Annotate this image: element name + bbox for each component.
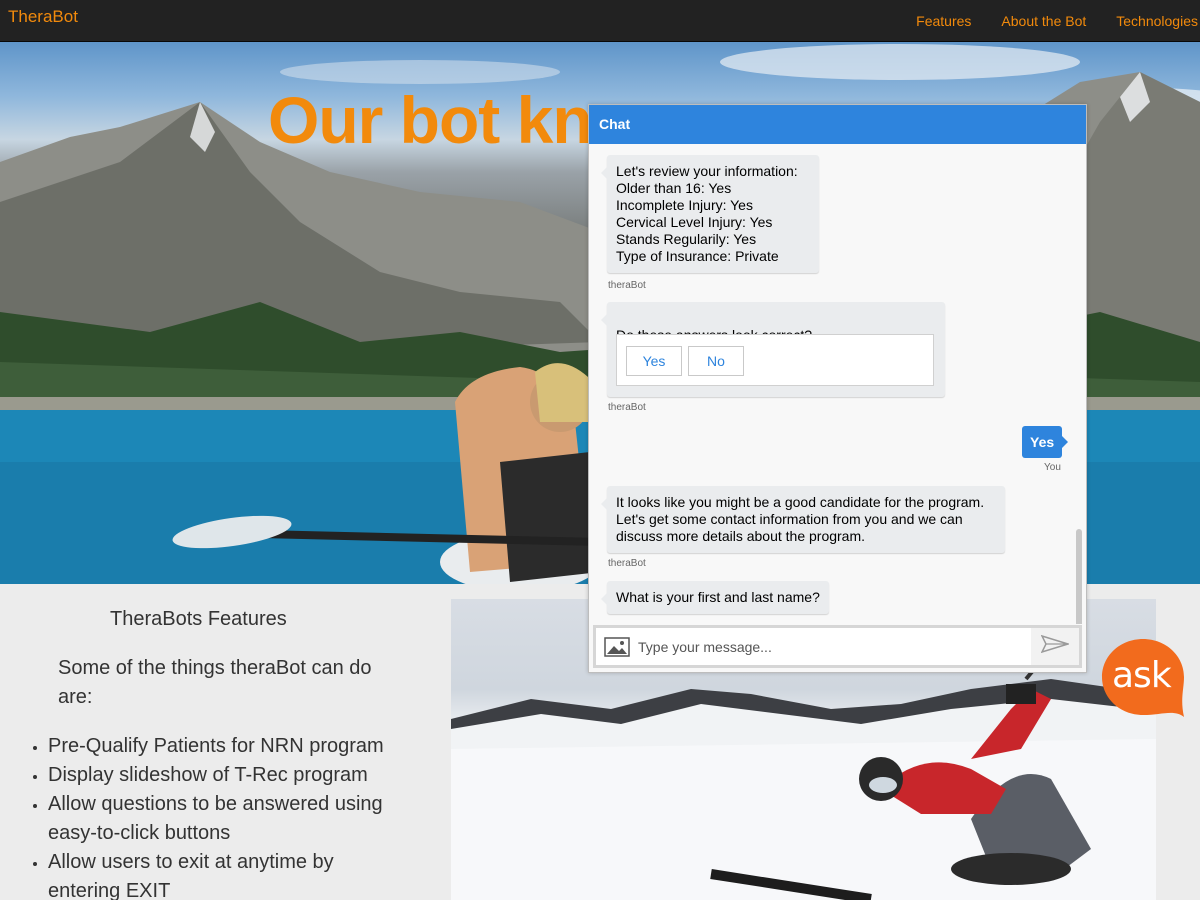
navbar: TheraBot Features About the Bot Technolo… (0, 0, 1200, 42)
ask-button-label[interactable]: ask (1112, 655, 1172, 696)
list-item: Allow users to exit at anytime by enteri… (48, 848, 408, 900)
user-message: Yes (1022, 426, 1069, 458)
no-button[interactable]: No (688, 346, 744, 376)
chat-header: Chat (589, 105, 1086, 144)
chat-messages[interactable]: Let's review your information: Older tha… (589, 144, 1086, 624)
nav-link-technologies[interactable]: Technologies (1100, 13, 1200, 29)
list-item: Pre-Qualify Patients for NRN program (48, 732, 408, 761)
nav-link-about[interactable]: About the Bot (985, 13, 1100, 29)
nav-links: Features About the Bot Technologies (900, 0, 1200, 42)
bot-message: It looks like you might be a good candid… (601, 486, 1005, 553)
message-sender: You (1044, 462, 1061, 473)
bot-message: Let's review your information: Older tha… (601, 155, 819, 273)
yes-button[interactable]: Yes (626, 346, 682, 376)
list-item: Display slideshow of T-Rec program (48, 761, 408, 790)
message-input[interactable] (638, 633, 1018, 661)
image-icon[interactable] (604, 637, 630, 657)
send-button[interactable] (1031, 628, 1079, 665)
list-item: Allow questions to be answered using eas… (48, 790, 408, 848)
hero-title: Our bot kno (268, 83, 632, 157)
chat-window: Chat Let's review your information: Olde… (588, 104, 1087, 673)
message-sender: theraBot (608, 402, 646, 413)
choice-button-group: Yes No (616, 334, 934, 386)
message-sender: theraBot (608, 280, 646, 291)
send-icon (1040, 634, 1071, 658)
bot-message: What is your first and last name? (601, 581, 829, 614)
features-title: TheraBots Features (110, 608, 287, 630)
nav-link-features[interactable]: Features (900, 13, 985, 29)
brand-link[interactable]: TheraBot (8, 7, 78, 27)
features-intro: Some of the things theraBot can do are: (58, 657, 372, 708)
features-list: Pre-Qualify Patients for NRN program Dis… (48, 732, 408, 900)
message-sender: theraBot (608, 558, 646, 569)
message-input-bar (593, 625, 1082, 668)
chat-scrollbar[interactable] (1076, 529, 1082, 624)
bot-message-with-buttons: Do these answers look correct? Yes No (601, 302, 945, 397)
features-section: TheraBots Features Some of the things th… (0, 584, 440, 900)
